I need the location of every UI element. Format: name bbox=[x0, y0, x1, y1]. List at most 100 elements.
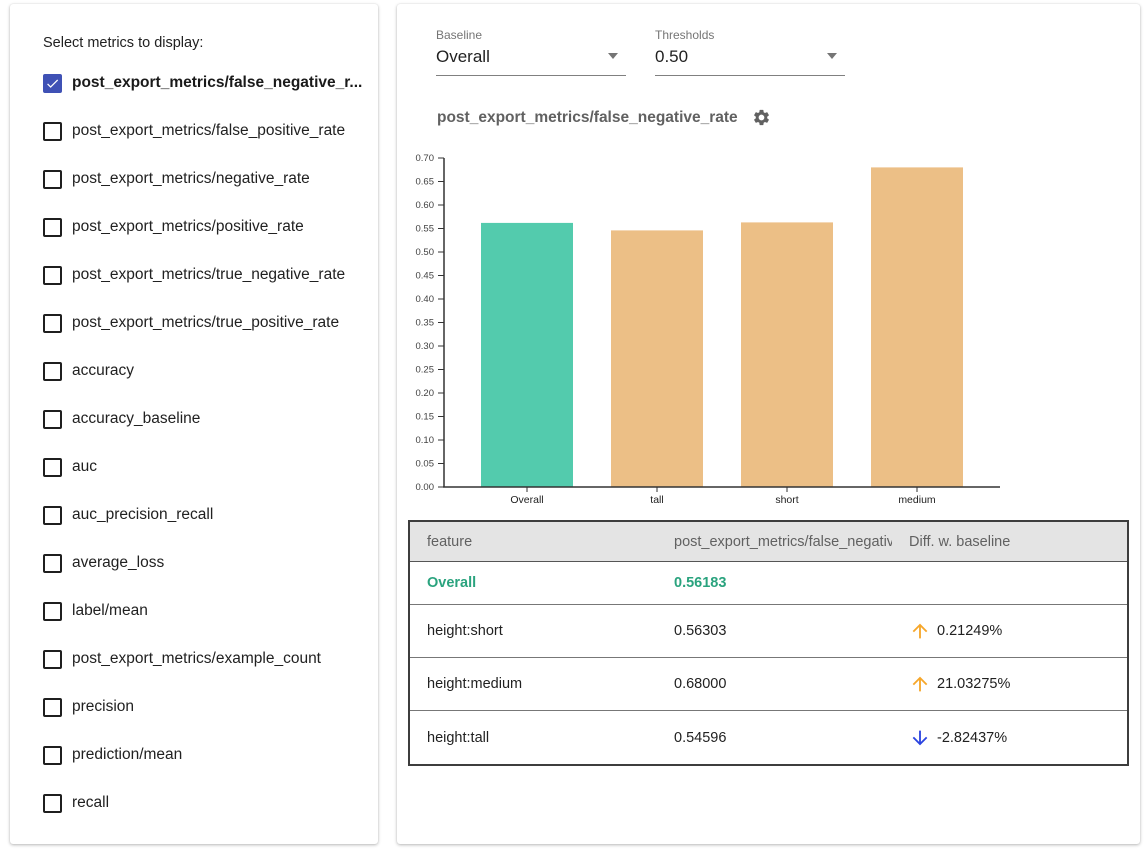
bar-tall[interactable] bbox=[611, 230, 703, 487]
thresholds-dropdown[interactable]: Thresholds 0.50 bbox=[655, 28, 845, 76]
table-row-height-short: height:short0.56303 0.21249% bbox=[410, 605, 1127, 658]
checkbox[interactable] bbox=[43, 794, 62, 813]
checkbox[interactable] bbox=[43, 218, 62, 237]
value-cell: 0.56183 bbox=[657, 575, 892, 591]
checkbox[interactable] bbox=[43, 362, 62, 381]
checkbox[interactable] bbox=[43, 554, 62, 573]
chart-title: post_export_metrics/false_negative_rate bbox=[437, 109, 738, 127]
metric-option-average-loss[interactable]: average_loss bbox=[43, 552, 164, 574]
checkbox[interactable] bbox=[43, 602, 62, 621]
metric-option-post-export-metrics-true-positive-rate[interactable]: post_export_metrics/true_positive_rate bbox=[43, 312, 339, 334]
y-tick-label: 0.05 bbox=[416, 459, 435, 470]
metric-option-post-export-metrics-false-positive-rate[interactable]: post_export_metrics/false_positive_rate bbox=[43, 120, 345, 142]
thresholds-dropdown-label: Thresholds bbox=[655, 28, 845, 42]
bar-short[interactable] bbox=[741, 222, 833, 487]
checkbox[interactable] bbox=[43, 74, 62, 93]
checkbox[interactable] bbox=[43, 746, 62, 765]
results-panel: Baseline Overall Thresholds 0.50 post_ex… bbox=[397, 4, 1140, 844]
checkbox[interactable] bbox=[43, 506, 62, 525]
metric-label: post_export_metrics/example_count bbox=[72, 650, 321, 668]
metric-label: auc_precision_recall bbox=[72, 506, 213, 524]
metric-label: accuracy bbox=[72, 362, 134, 380]
x-tick-label: medium bbox=[898, 494, 936, 506]
metric-label: average_loss bbox=[72, 554, 164, 572]
checkbox[interactable] bbox=[43, 650, 62, 669]
gear-icon[interactable] bbox=[752, 108, 771, 127]
y-tick-label: 0.30 bbox=[416, 341, 435, 352]
value-cell: 0.56303 bbox=[657, 623, 892, 639]
table-header: feature post_export_metrics/false_negati… bbox=[410, 522, 1127, 562]
bar-medium[interactable] bbox=[871, 167, 963, 487]
diff-value: 21.03275% bbox=[937, 676, 1010, 692]
checkbox[interactable] bbox=[43, 170, 62, 189]
metric-option-post-export-metrics-true-negative-rate[interactable]: post_export_metrics/true_negative_rate bbox=[43, 264, 345, 286]
metrics-table: feature post_export_metrics/false_negati… bbox=[408, 520, 1129, 766]
feature-cell: height:tall bbox=[410, 730, 657, 746]
column-header-feature: feature bbox=[410, 534, 657, 550]
metric-label: post_export_metrics/false_negative_r... bbox=[72, 74, 362, 92]
baseline-dropdown[interactable]: Baseline Overall bbox=[436, 28, 626, 76]
checkbox[interactable] bbox=[43, 410, 62, 429]
metric-option-prediction-mean[interactable]: prediction/mean bbox=[43, 744, 182, 766]
metric-option-post-export-metrics-false-negative-r[interactable]: post_export_metrics/false_negative_r... bbox=[43, 72, 362, 94]
x-tick-label: short bbox=[775, 494, 798, 506]
chevron-down-icon[interactable] bbox=[827, 53, 837, 59]
diff-value: -2.82437% bbox=[937, 730, 1007, 746]
metric-option-auc-precision-recall[interactable]: auc_precision_recall bbox=[43, 504, 213, 526]
y-tick-label: 0.35 bbox=[416, 318, 435, 329]
baseline-dropdown-label: Baseline bbox=[436, 28, 626, 42]
metric-option-post-export-metrics-positive-rate[interactable]: post_export_metrics/positive_rate bbox=[43, 216, 304, 238]
diff-cell: 21.03275% bbox=[892, 673, 1127, 695]
value-cell: 0.54596 bbox=[657, 730, 892, 746]
metric-option-recall[interactable]: recall bbox=[43, 792, 109, 814]
metric-label: auc bbox=[72, 458, 97, 476]
metric-label: label/mean bbox=[72, 602, 148, 620]
metric-label: prediction/mean bbox=[72, 746, 182, 764]
metrics-panel-title: Select metrics to display: bbox=[43, 35, 203, 51]
y-tick-label: 0.00 bbox=[416, 482, 435, 493]
checkbox[interactable] bbox=[43, 266, 62, 285]
metric-option-post-export-metrics-negative-rate[interactable]: post_export_metrics/negative_rate bbox=[43, 168, 310, 190]
y-tick-label: 0.55 bbox=[416, 224, 435, 235]
y-tick-label: 0.50 bbox=[416, 247, 435, 258]
y-tick-label: 0.40 bbox=[416, 294, 435, 305]
diff-cell: 0.21249% bbox=[892, 620, 1127, 642]
checkbox[interactable] bbox=[43, 458, 62, 477]
metric-option-auc[interactable]: auc bbox=[43, 456, 97, 478]
checkbox[interactable] bbox=[43, 698, 62, 717]
metric-label: post_export_metrics/negative_rate bbox=[72, 170, 310, 188]
table-row-height-medium: height:medium0.68000 21.03275% bbox=[410, 658, 1127, 711]
bar-Overall[interactable] bbox=[481, 223, 573, 487]
metric-label: accuracy_baseline bbox=[72, 410, 200, 428]
column-header-metric: post_export_metrics/false_negative_rat..… bbox=[657, 534, 892, 550]
checkmark-icon bbox=[45, 76, 60, 91]
metric-option-label-mean[interactable]: label/mean bbox=[43, 600, 148, 622]
table-row-Overall: Overall0.56183 bbox=[410, 562, 1127, 605]
metric-label: post_export_metrics/false_positive_rate bbox=[72, 122, 345, 140]
baseline-dropdown-value[interactable]: Overall bbox=[436, 47, 626, 67]
up-arrow-icon bbox=[909, 673, 931, 695]
chevron-down-icon[interactable] bbox=[608, 53, 618, 59]
bar-chart: Overalltallshortmedium0.000.050.100.150.… bbox=[410, 148, 1020, 510]
value-cell: 0.68000 bbox=[657, 676, 892, 692]
thresholds-dropdown-value[interactable]: 0.50 bbox=[655, 47, 845, 67]
metric-option-precision[interactable]: precision bbox=[43, 696, 134, 718]
table-row-height-tall: height:tall0.54596 -2.82437% bbox=[410, 711, 1127, 764]
feature-cell: height:short bbox=[410, 623, 657, 639]
y-tick-label: 0.70 bbox=[416, 153, 435, 164]
y-tick-label: 0.60 bbox=[416, 200, 435, 211]
metric-option-accuracy-baseline[interactable]: accuracy_baseline bbox=[43, 408, 200, 430]
metric-option-post-export-metrics-example-count[interactable]: post_export_metrics/example_count bbox=[43, 648, 321, 670]
up-arrow-icon bbox=[909, 620, 931, 642]
feature-cell: height:medium bbox=[410, 676, 657, 692]
y-tick-label: 0.15 bbox=[416, 412, 435, 423]
checkbox[interactable] bbox=[43, 122, 62, 141]
diff-value: 0.21249% bbox=[937, 623, 1002, 639]
down-arrow-icon bbox=[909, 727, 931, 749]
checkbox[interactable] bbox=[43, 314, 62, 333]
table-body: Overall0.56183 height:short0.56303 0.21249… bbox=[410, 562, 1127, 764]
metric-option-accuracy[interactable]: accuracy bbox=[43, 360, 134, 382]
y-tick-label: 0.65 bbox=[416, 177, 435, 188]
metric-label: post_export_metrics/positive_rate bbox=[72, 218, 304, 236]
feature-cell: Overall bbox=[410, 575, 657, 591]
